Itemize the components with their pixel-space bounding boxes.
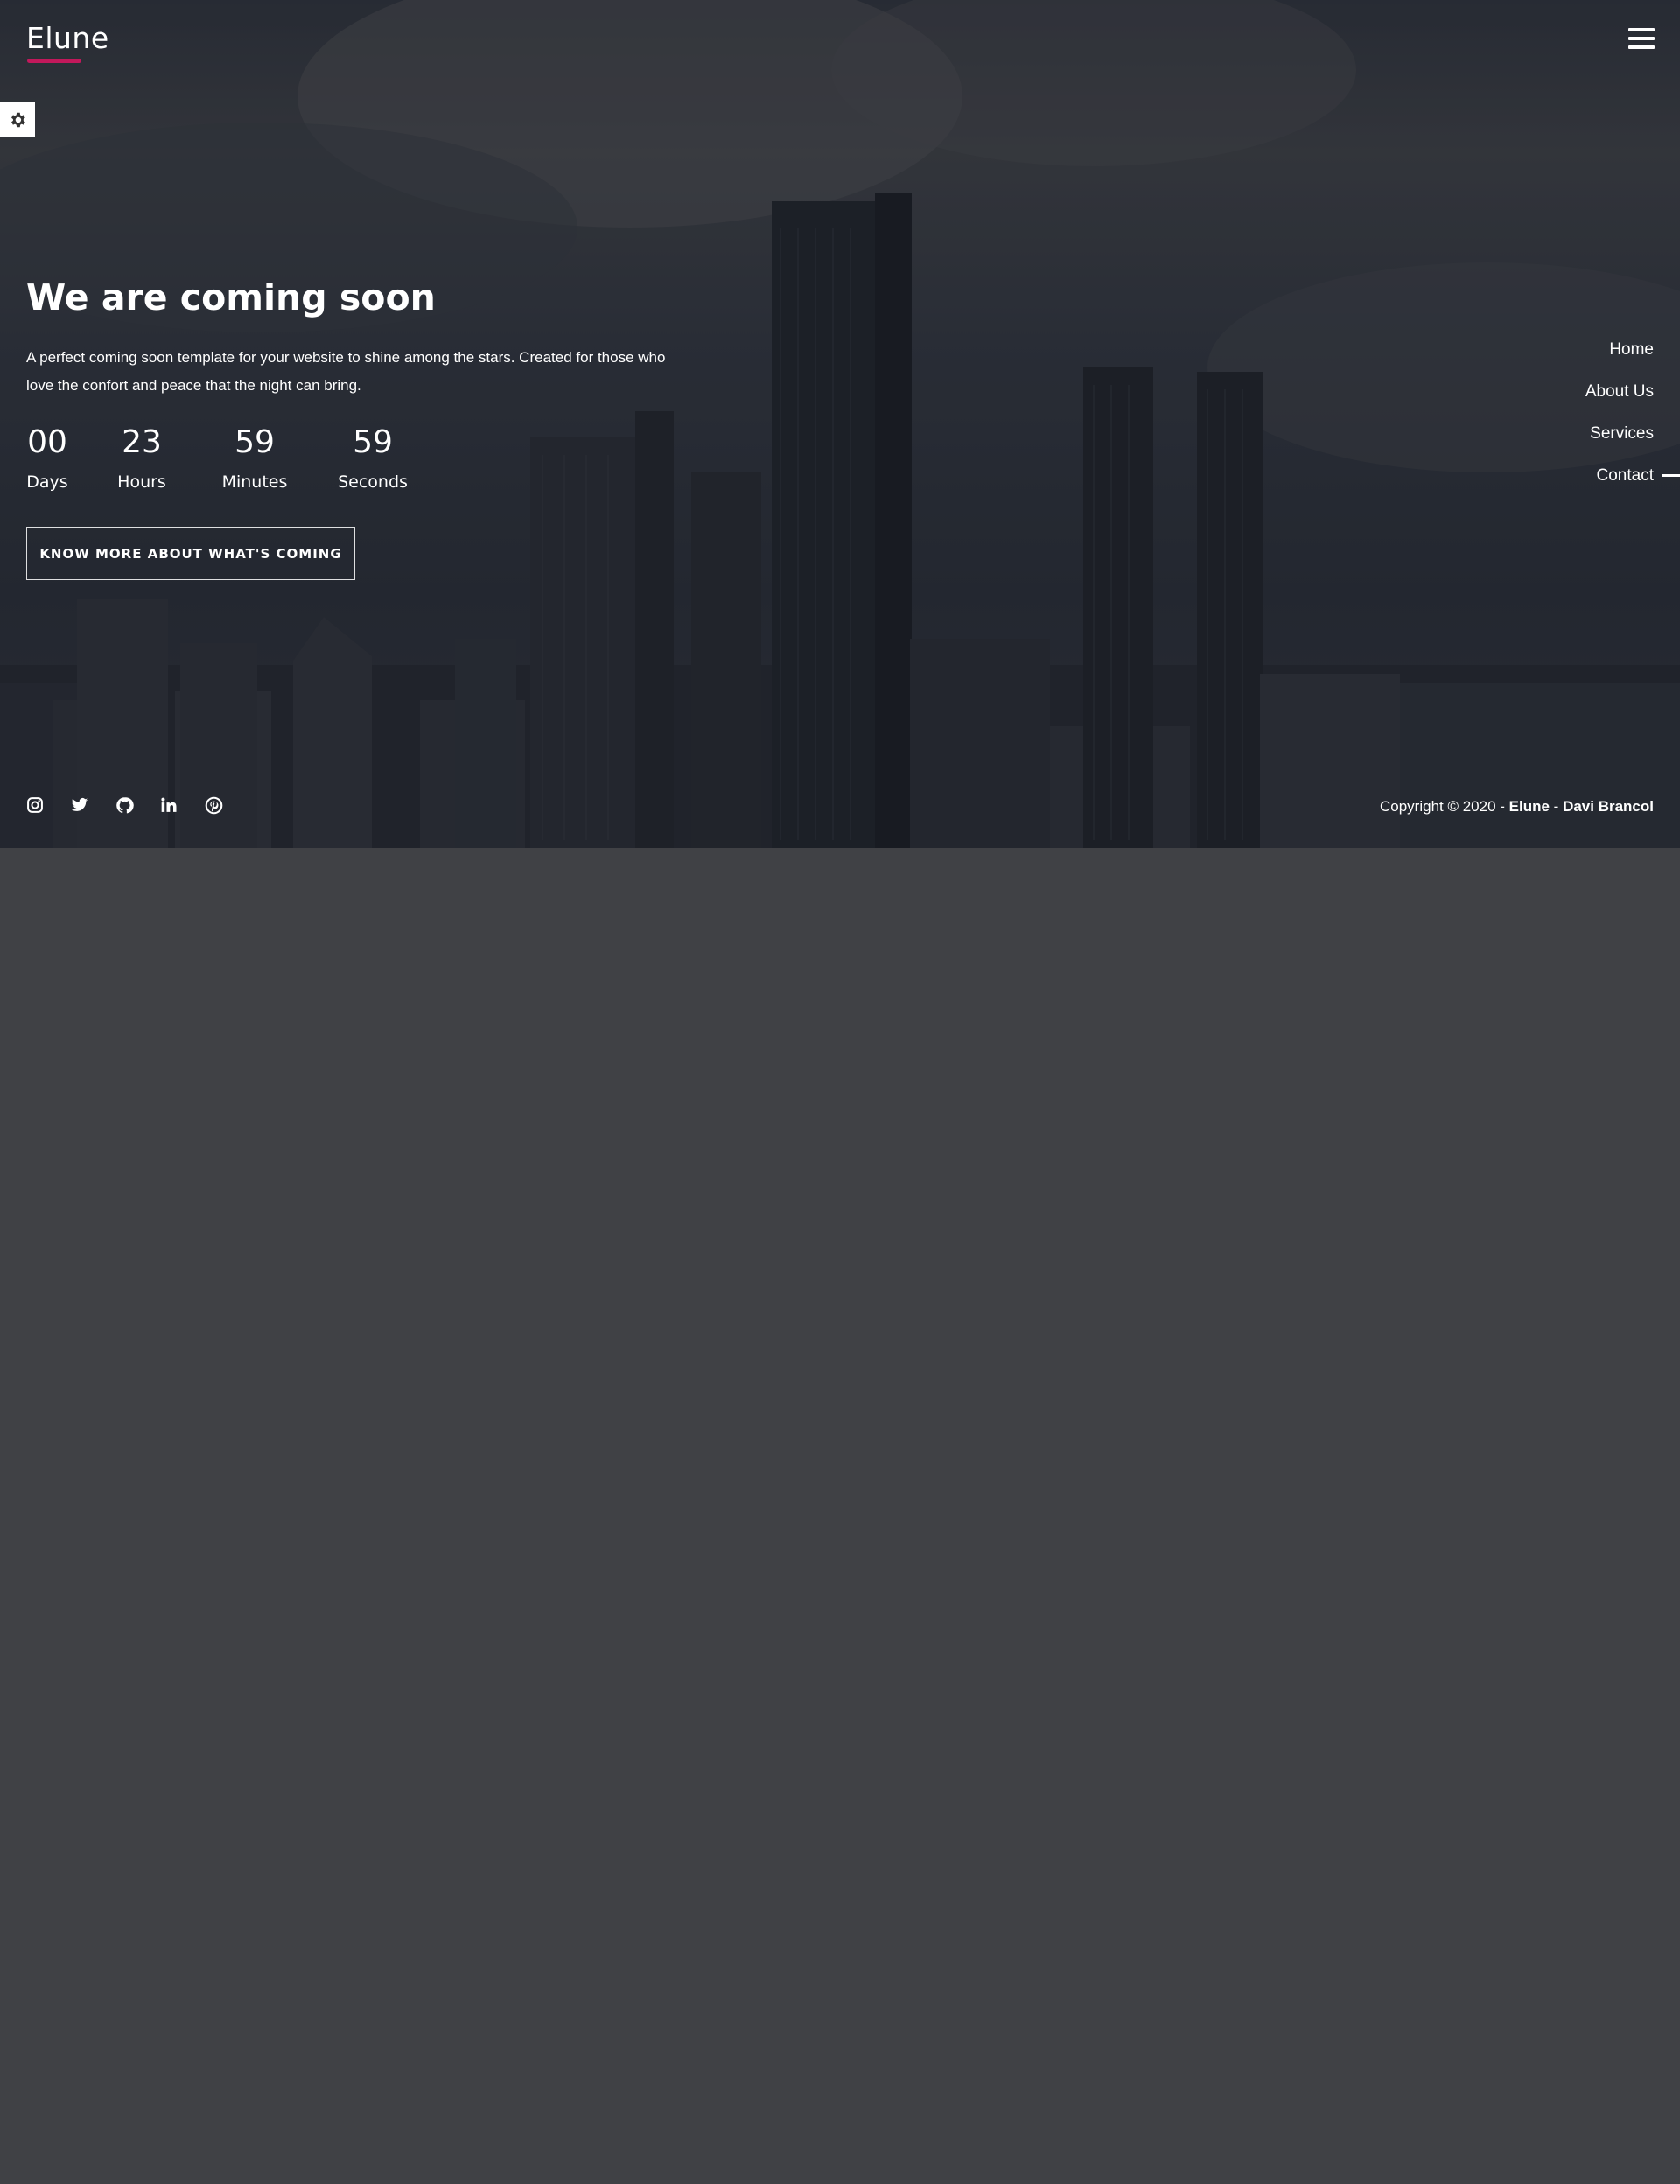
- hamburger-menu-button[interactable]: [1628, 26, 1656, 51]
- page-background: [0, 848, 1680, 2184]
- countdown-minutes: 59 Minutes: [220, 424, 289, 492]
- side-nav-about-us[interactable]: About Us: [1586, 378, 1654, 420]
- countdown-value: 59: [234, 424, 275, 460]
- countdown-value: 23: [122, 424, 162, 460]
- hero-section: Elune We are coming soon A perfect comin…: [0, 0, 1680, 848]
- countdown-label: Seconds: [338, 472, 408, 492]
- hamburger-icon: [1628, 28, 1655, 32]
- twitter-icon: [71, 798, 88, 811]
- github-icon: [116, 796, 134, 813]
- side-nav: Home About Us Services Contact: [1586, 336, 1654, 504]
- social-links: [25, 795, 223, 815]
- side-nav-home[interactable]: Home: [1609, 336, 1654, 378]
- hamburger-icon: [1628, 46, 1655, 49]
- know-more-button[interactable]: KNOW MORE ABOUT WHAT'S COMING: [26, 527, 355, 580]
- hamburger-icon: [1628, 37, 1655, 40]
- hero-description: A perfect coming soon template for your …: [26, 349, 666, 394]
- twitter-link[interactable]: [70, 795, 89, 815]
- countdown-days: 00 Days: [26, 424, 68, 492]
- linkedin-link[interactable]: [159, 795, 178, 815]
- copyright-author[interactable]: Davi Brancol: [1563, 798, 1654, 815]
- github-link[interactable]: [115, 795, 134, 815]
- countdown-value: 59: [353, 424, 393, 460]
- countdown-hours: 23 Hours: [116, 424, 168, 492]
- countdown-label: Hours: [117, 472, 166, 492]
- side-nav-services[interactable]: Services: [1590, 420, 1654, 462]
- copyright-prefix: Copyright © 2020 -: [1380, 798, 1509, 815]
- linkedin-icon: [161, 797, 177, 812]
- countdown-value: 00: [27, 424, 67, 460]
- instagram-icon: [27, 797, 43, 813]
- instagram-link[interactable]: [25, 795, 45, 815]
- side-nav-contact[interactable]: Contact: [1597, 462, 1654, 504]
- copyright-separator: -: [1549, 798, 1564, 815]
- countdown-label: Days: [26, 472, 68, 492]
- page-title: We are coming soon: [26, 276, 436, 318]
- copyright-text: Copyright © 2020 - Elune - Davi Brancol: [1380, 798, 1654, 816]
- pinterest-icon: [205, 796, 222, 814]
- copyright-brand[interactable]: Elune: [1509, 798, 1550, 815]
- settings-button[interactable]: [0, 102, 35, 137]
- gear-icon: [11, 112, 25, 128]
- countdown-timer: 00 Days 23 Hours 59 Minutes 59 Seconds: [26, 424, 408, 492]
- countdown-seconds: 59 Seconds: [338, 424, 408, 492]
- brand-underline: [27, 59, 81, 63]
- brand-logo[interactable]: Elune: [26, 21, 109, 55]
- pinterest-link[interactable]: [204, 795, 223, 815]
- active-nav-indicator: [1662, 474, 1680, 477]
- countdown-label: Minutes: [221, 472, 288, 492]
